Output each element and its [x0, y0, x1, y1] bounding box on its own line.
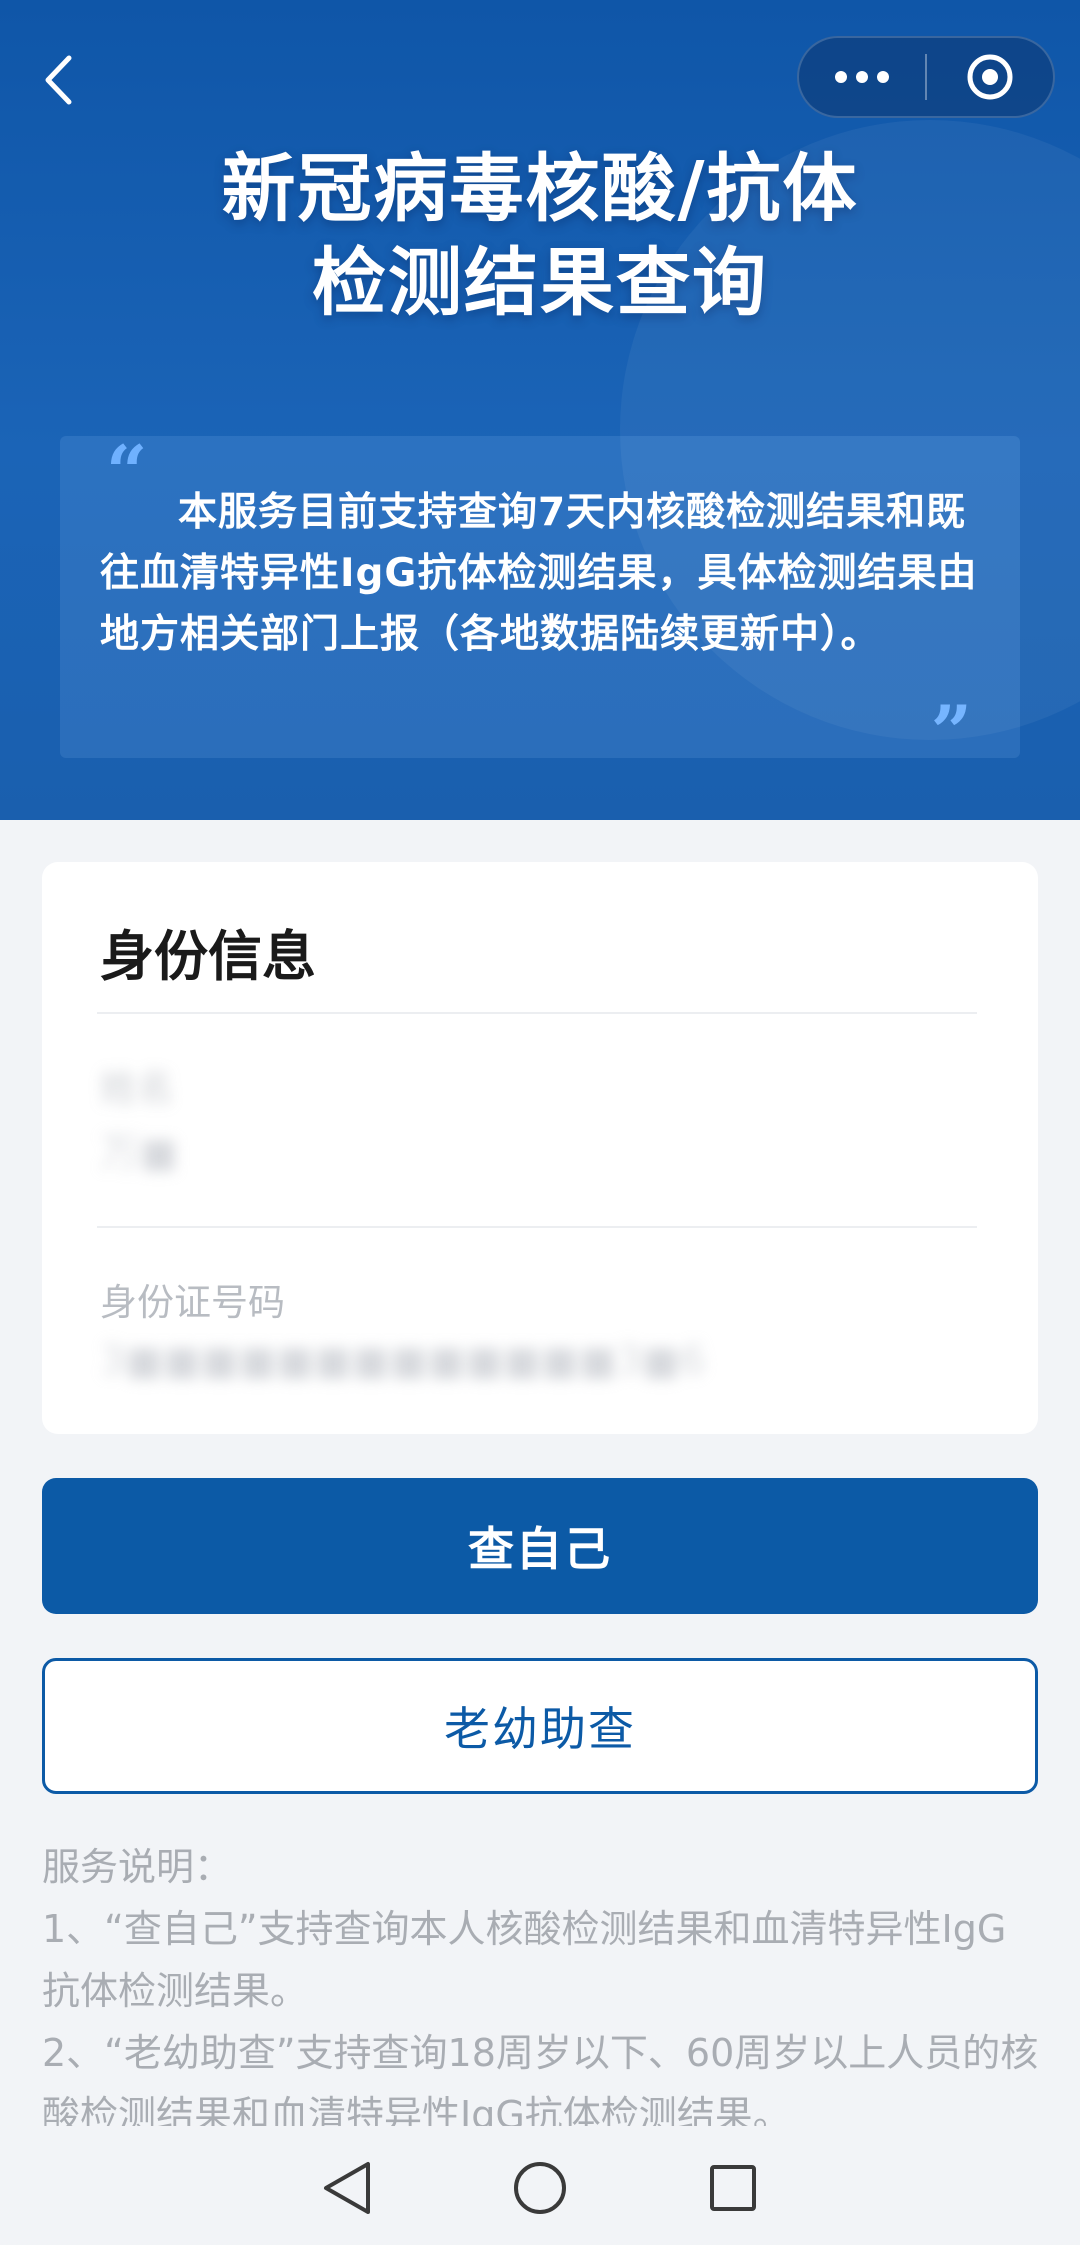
- page-title-line2: 检测结果查询: [312, 240, 768, 326]
- notes-item: 1、“查自己”支持查询本人核酸检测结果和血清特异性IgG抗体检测结果。: [42, 1907, 1007, 2013]
- system-home-button[interactable]: [500, 2148, 580, 2228]
- identity-card-title: 身份信息: [100, 925, 316, 988]
- page-title: 新冠病毒核酸/抗体 检测结果查询: [0, 142, 1080, 330]
- page-title-line1: 新冠病毒核酸/抗体: [221, 146, 859, 232]
- self-query-button[interactable]: 查自己: [42, 1478, 1038, 1614]
- close-mini-program-button[interactable]: [927, 38, 1053, 116]
- notes-item: 2、“老幼助查”支持查询18周岁以下、60周岁以上人员的核酸检测结果和血清特异性…: [42, 2031, 1039, 2126]
- system-nav-bar: [0, 2130, 1080, 2245]
- square-recents-icon: [710, 2164, 757, 2211]
- name-label: 姓名: [100, 1067, 174, 1110]
- identity-card: 身份信息 姓名 万■ 身份证号码 3■■■■■■■■■■■■■3■6: [42, 862, 1038, 1434]
- target-circle-icon: [967, 54, 1013, 100]
- id-number-value[interactable]: 3■■■■■■■■■■■■■3■6: [100, 1338, 705, 1384]
- card-divider: [97, 1012, 977, 1014]
- name-value[interactable]: 万■: [100, 1120, 178, 1178]
- header-banner: 新冠病毒核酸/抗体 检测结果查询 “ 本服务目前支持查询7天内核酸检测结果和既往…: [0, 0, 1080, 820]
- more-menu-button[interactable]: [799, 38, 925, 116]
- service-notes: 服务说明： 1、“查自己”支持查询本人核酸检测结果和血清特异性IgG抗体检测结果…: [42, 1836, 1042, 2126]
- assist-query-button[interactable]: 老幼助查: [42, 1658, 1038, 1794]
- more-dots-icon: [835, 71, 889, 83]
- card-divider: [97, 1226, 977, 1228]
- back-button[interactable]: [36, 48, 80, 112]
- circle-home-icon: [513, 2161, 566, 2214]
- id-number-label: 身份证号码: [100, 1281, 285, 1324]
- close-quote-icon: ”: [930, 689, 972, 774]
- system-back-button[interactable]: [307, 2148, 387, 2228]
- notes-heading: 服务说明：: [42, 1845, 233, 1889]
- intro-text: 本服务目前支持查询7天内核酸检测结果和既往血清特异性IgG抗体检测结果，具体检测…: [100, 490, 978, 657]
- chevron-left-icon: [45, 55, 72, 105]
- system-recents-button[interactable]: [693, 2148, 773, 2228]
- triangle-back-icon: [323, 2161, 370, 2214]
- mini-program-capsule: [797, 36, 1055, 118]
- intro-quote-box: “ 本服务目前支持查询7天内核酸检测结果和既往血清特异性IgG抗体检测结果，具体…: [60, 436, 1020, 768]
